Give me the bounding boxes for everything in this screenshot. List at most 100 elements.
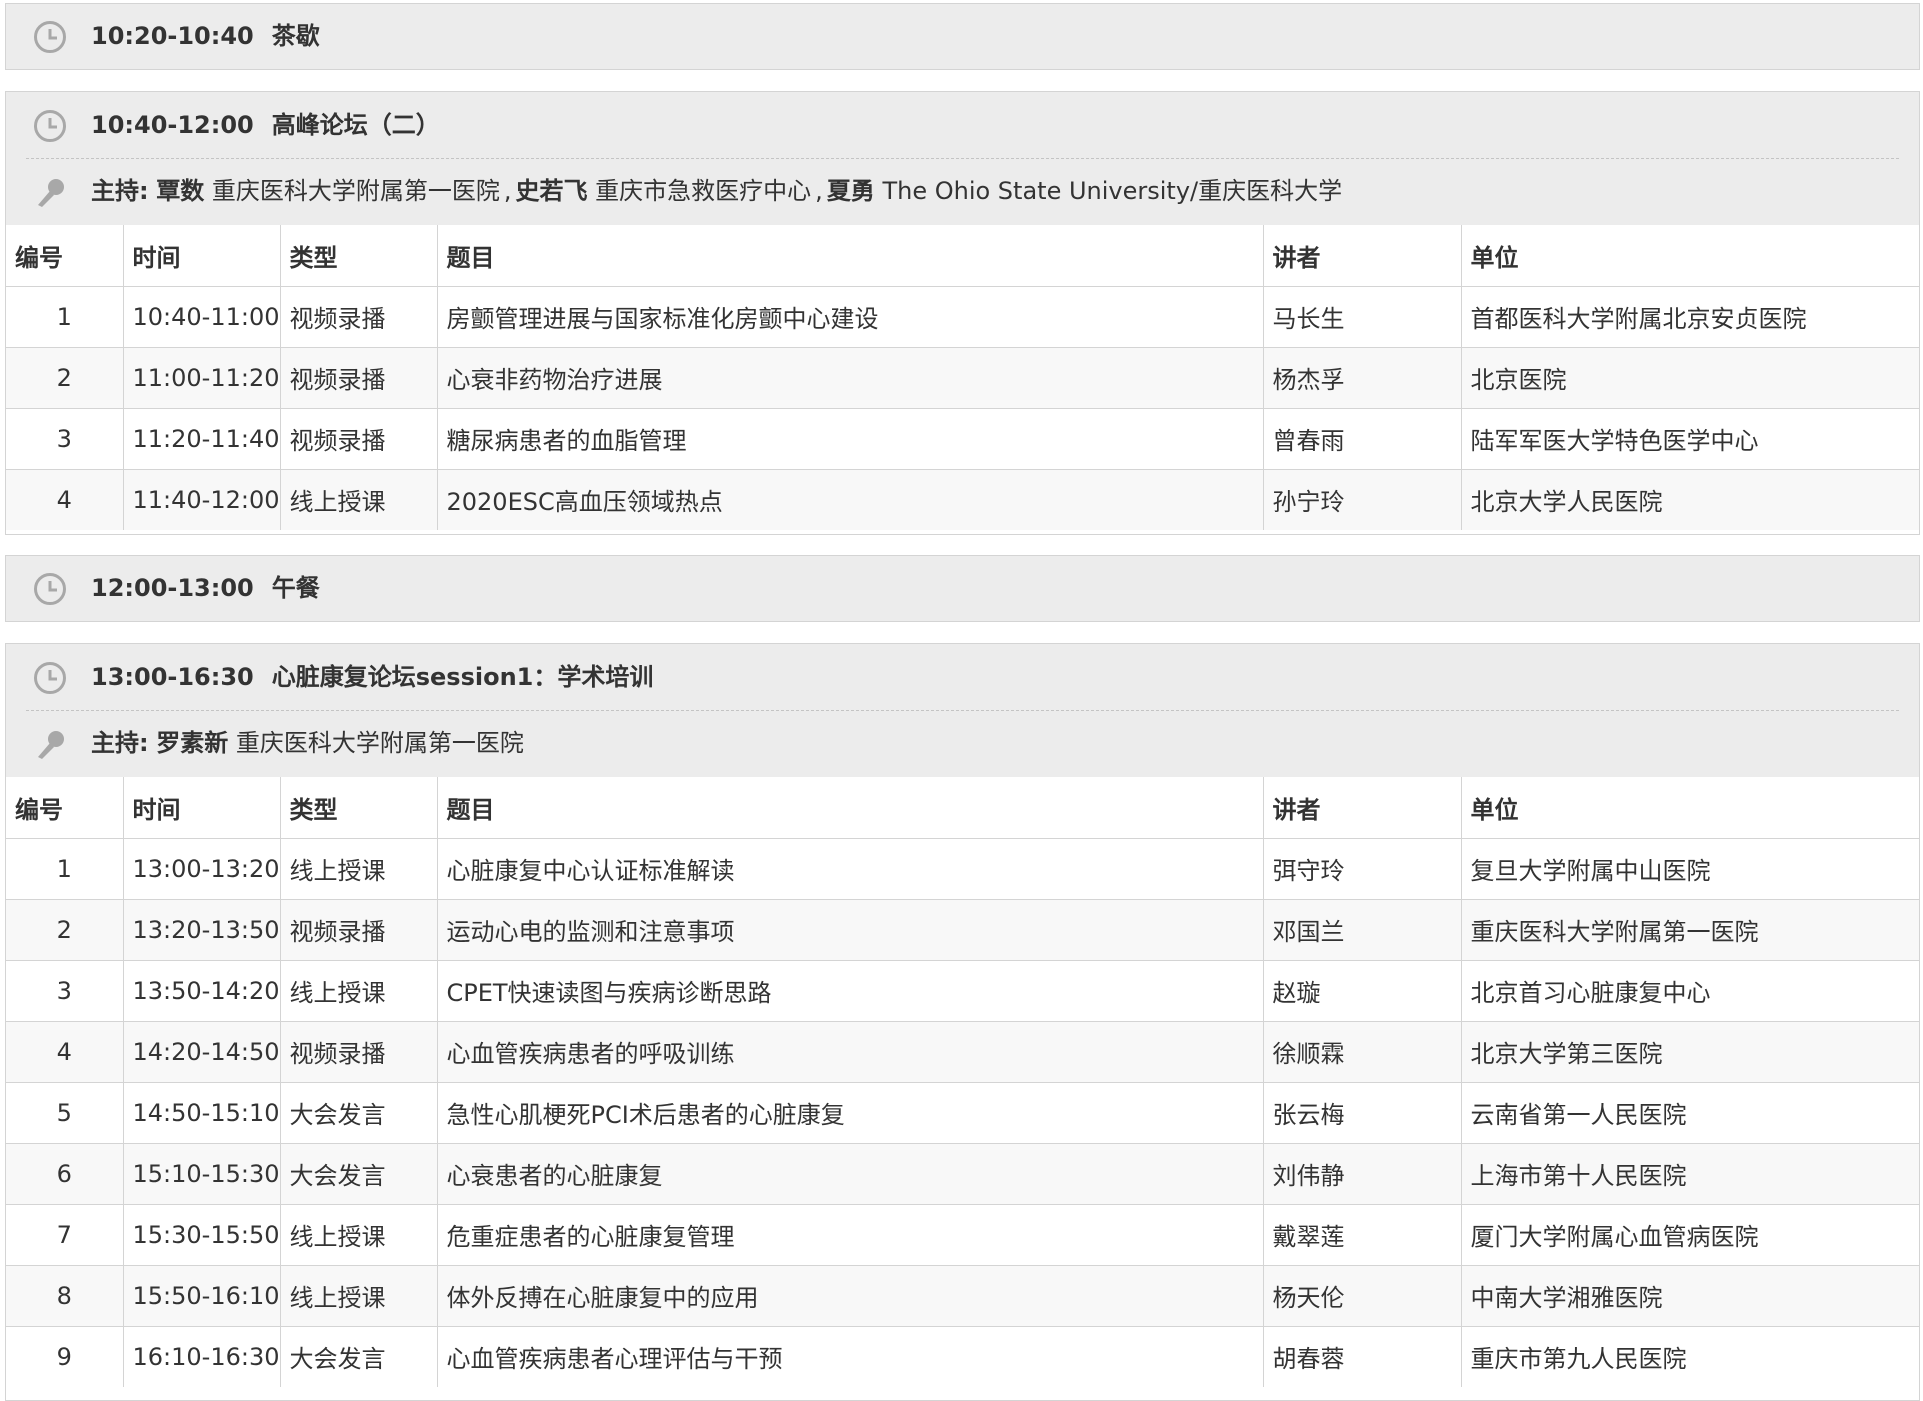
cell-speaker: 杨杰孚 — [1262, 346, 1462, 409]
host-org: 重庆医科大学附属第一医院 — [235, 729, 524, 757]
cell-type: 大会发言 — [279, 1081, 438, 1144]
cell-topic: 运动心电的监测和注意事项 — [436, 898, 1264, 961]
host-label: 主持: — [91, 177, 149, 205]
cell-time: 10:40-11:00 — [122, 285, 281, 348]
cell-topic: CPET快速读图与疾病诊断思路 — [436, 959, 1264, 1022]
cell-type: 大会发言 — [279, 1325, 438, 1387]
cell-number: 3 — [6, 959, 124, 1022]
clock-icon — [34, 109, 66, 142]
schedule-table: 编号 时间 类型 题目 讲者 单位 1 10:40-11:00 视频录播 房颤管… — [6, 225, 1919, 530]
cell-type: 线上授课 — [279, 959, 438, 1022]
cell-time: 14:50-15:10 — [122, 1081, 281, 1144]
table-row: 9 16:10-16:30 大会发言 心血管疾病患者心理评估与干预 胡春蓉 重庆… — [6, 1325, 1919, 1387]
cell-number: 6 — [6, 1142, 124, 1205]
section-title: 12:00-13:00 午餐 — [91, 576, 320, 600]
cell-speaker: 胡春蓉 — [1262, 1325, 1462, 1387]
cell-topic: 心血管疾病患者心理评估与干预 — [436, 1325, 1264, 1387]
cell-topic: 房颤管理进展与国家标准化房颤中心建设 — [436, 285, 1264, 348]
table-row: 7 15:30-15:50 线上授课 危重症患者的心脏康复管理 戴翠莲 厦门大学… — [6, 1203, 1919, 1266]
column-header: 题目 — [436, 777, 1264, 839]
table-row: 4 14:20-14:50 视频录播 心血管疾病患者的呼吸训练 徐顺霖 北京大学… — [6, 1020, 1919, 1083]
cell-affiliation: 北京大学第三医院 — [1460, 1020, 1919, 1083]
cell-time: 13:50-14:20 — [122, 959, 281, 1022]
cell-affiliation: 北京大学人民医院 — [1460, 468, 1919, 530]
host-name: 史若飞 — [515, 177, 588, 205]
cell-time: 13:20-13:50 — [122, 898, 281, 961]
host-list: 主持: 罗素新 重庆医科大学附属第一医院 — [91, 731, 524, 755]
section-time: 12:00-13:00 — [91, 573, 254, 602]
cell-time: 15:10-15:30 — [122, 1142, 281, 1205]
cell-speaker: 徐顺霖 — [1262, 1020, 1462, 1083]
column-header: 类型 — [279, 777, 438, 839]
cell-topic: 急性心肌梗死PCI术后患者的心脏康复 — [436, 1081, 1264, 1144]
cell-type: 视频录播 — [279, 346, 438, 409]
cell-speaker: 邓国兰 — [1262, 898, 1462, 961]
cell-number: 5 — [6, 1081, 124, 1144]
cell-time: 11:00-11:20 — [122, 346, 281, 409]
cell-number: 4 — [6, 1020, 124, 1083]
clock-icon — [34, 20, 66, 53]
table-row: 4 11:40-12:00 线上授课 2020ESC高血压领域热点 孙宁玲 北京… — [6, 468, 1919, 530]
table-row: 6 15:10-15:30 大会发言 心衰患者的心脏康复 刘伟静 上海市第十人民… — [6, 1142, 1919, 1205]
session-title: 10:40-12:00 高峰论坛（二） — [91, 113, 440, 137]
cell-time: 15:30-15:50 — [122, 1203, 281, 1266]
cell-number: 2 — [6, 346, 124, 409]
cell-type: 大会发言 — [279, 1142, 438, 1205]
host-name: 罗素新 — [156, 729, 229, 757]
schedule-table: 编号 时间 类型 题目 讲者 单位 1 13:00-13:20 线上授课 心脏康… — [6, 777, 1919, 1387]
cell-type: 视频录播 — [279, 285, 438, 348]
cell-affiliation: 云南省第一人民医院 — [1460, 1081, 1919, 1144]
cell-topic: 心衰患者的心脏康复 — [436, 1142, 1264, 1205]
session-name: 心脏康复论坛session1：学术培训 — [271, 662, 654, 691]
session-header: 13:00-16:30 心脏康复论坛session1：学术培训 主持: 罗素新 重… — [6, 644, 1919, 777]
cell-time: 16:10-16:30 — [122, 1325, 281, 1387]
cell-speaker: 杨天伦 — [1262, 1264, 1462, 1327]
cell-number: 4 — [6, 468, 124, 530]
cell-speaker: 刘伟静 — [1262, 1142, 1462, 1205]
cell-type: 视频录播 — [279, 898, 438, 961]
session-cardiac-rehab-forum: 13:00-16:30 心脏康复论坛session1：学术培训 主持: 罗素新 重… — [5, 643, 1920, 1401]
session-time: 10:40-12:00 — [91, 110, 254, 139]
cell-speaker: 马长生 — [1262, 285, 1462, 348]
cell-number: 8 — [6, 1264, 124, 1327]
cell-affiliation: 复旦大学附属中山医院 — [1460, 837, 1919, 900]
cell-number: 3 — [6, 407, 124, 470]
host-list: 主持: 覃数 重庆医科大学附属第一医院, 史若飞 重庆市急救医疗中心, 夏勇 The… — [91, 177, 1343, 205]
cell-topic: 心血管疾病患者的呼吸训练 — [436, 1020, 1264, 1083]
cell-speaker: 弭守玲 — [1262, 837, 1462, 900]
session-header: 10:40-12:00 高峰论坛（二） 主持: 覃数 重庆医科大学附属第一医院, 史… — [6, 92, 1919, 225]
table-row: 3 13:50-14:20 线上授课 CPET快速读图与疾病诊断思路 赵璇 北京… — [6, 959, 1919, 1022]
column-header: 单位 — [1460, 777, 1919, 839]
table-header-row: 编号 时间 类型 题目 讲者 单位 — [6, 225, 1919, 287]
cell-affiliation: 北京首习心脏康复中心 — [1460, 959, 1919, 1022]
column-header: 单位 — [1460, 225, 1919, 287]
session-time: 13:00-16:30 — [91, 662, 254, 691]
section-break-lunch: 12:00-13:00 午餐 — [5, 555, 1920, 622]
cell-affiliation: 北京医院 — [1460, 346, 1919, 409]
cell-affiliation: 厦门大学附属心血管病医院 — [1460, 1203, 1919, 1266]
cell-topic: 心衰非药物治疗进展 — [436, 346, 1264, 409]
session-name: 高峰论坛（二） — [271, 110, 440, 139]
cell-affiliation: 中南大学湘雅医院 — [1460, 1264, 1919, 1327]
clock-icon — [34, 661, 66, 694]
cell-speaker: 戴翠莲 — [1262, 1203, 1462, 1266]
cell-affiliation: 上海市第十人民医院 — [1460, 1142, 1919, 1205]
table-row: 8 15:50-16:10 线上授课 体外反搏在心脏康复中的应用 杨天伦 中南大… — [6, 1264, 1919, 1327]
cell-type: 视频录播 — [279, 407, 438, 470]
cell-topic: 心脏康复中心认证标准解读 — [436, 837, 1264, 900]
cell-affiliation: 首都医科大学附属北京安贞医院 — [1460, 285, 1919, 348]
cell-speaker: 曾春雨 — [1262, 407, 1462, 470]
cell-type: 线上授课 — [279, 1203, 438, 1266]
cell-speaker: 孙宁玲 — [1262, 468, 1462, 530]
cell-time: 11:20-11:40 — [122, 407, 281, 470]
section-time: 10:20-10:40 — [91, 21, 254, 50]
cell-affiliation: 重庆市第九人民医院 — [1460, 1325, 1919, 1387]
column-header: 讲者 — [1262, 225, 1462, 287]
section-title: 10:20-10:40 茶歇 — [91, 24, 320, 48]
cell-time: 14:20-14:50 — [122, 1020, 281, 1083]
cell-number: 1 — [6, 837, 124, 900]
microphone-icon — [38, 731, 64, 759]
cell-type: 线上授课 — [279, 1264, 438, 1327]
session-title-row: 13:00-16:30 心脏康复论坛session1：学术培训 — [6, 644, 1919, 711]
cell-type: 线上授课 — [279, 837, 438, 900]
